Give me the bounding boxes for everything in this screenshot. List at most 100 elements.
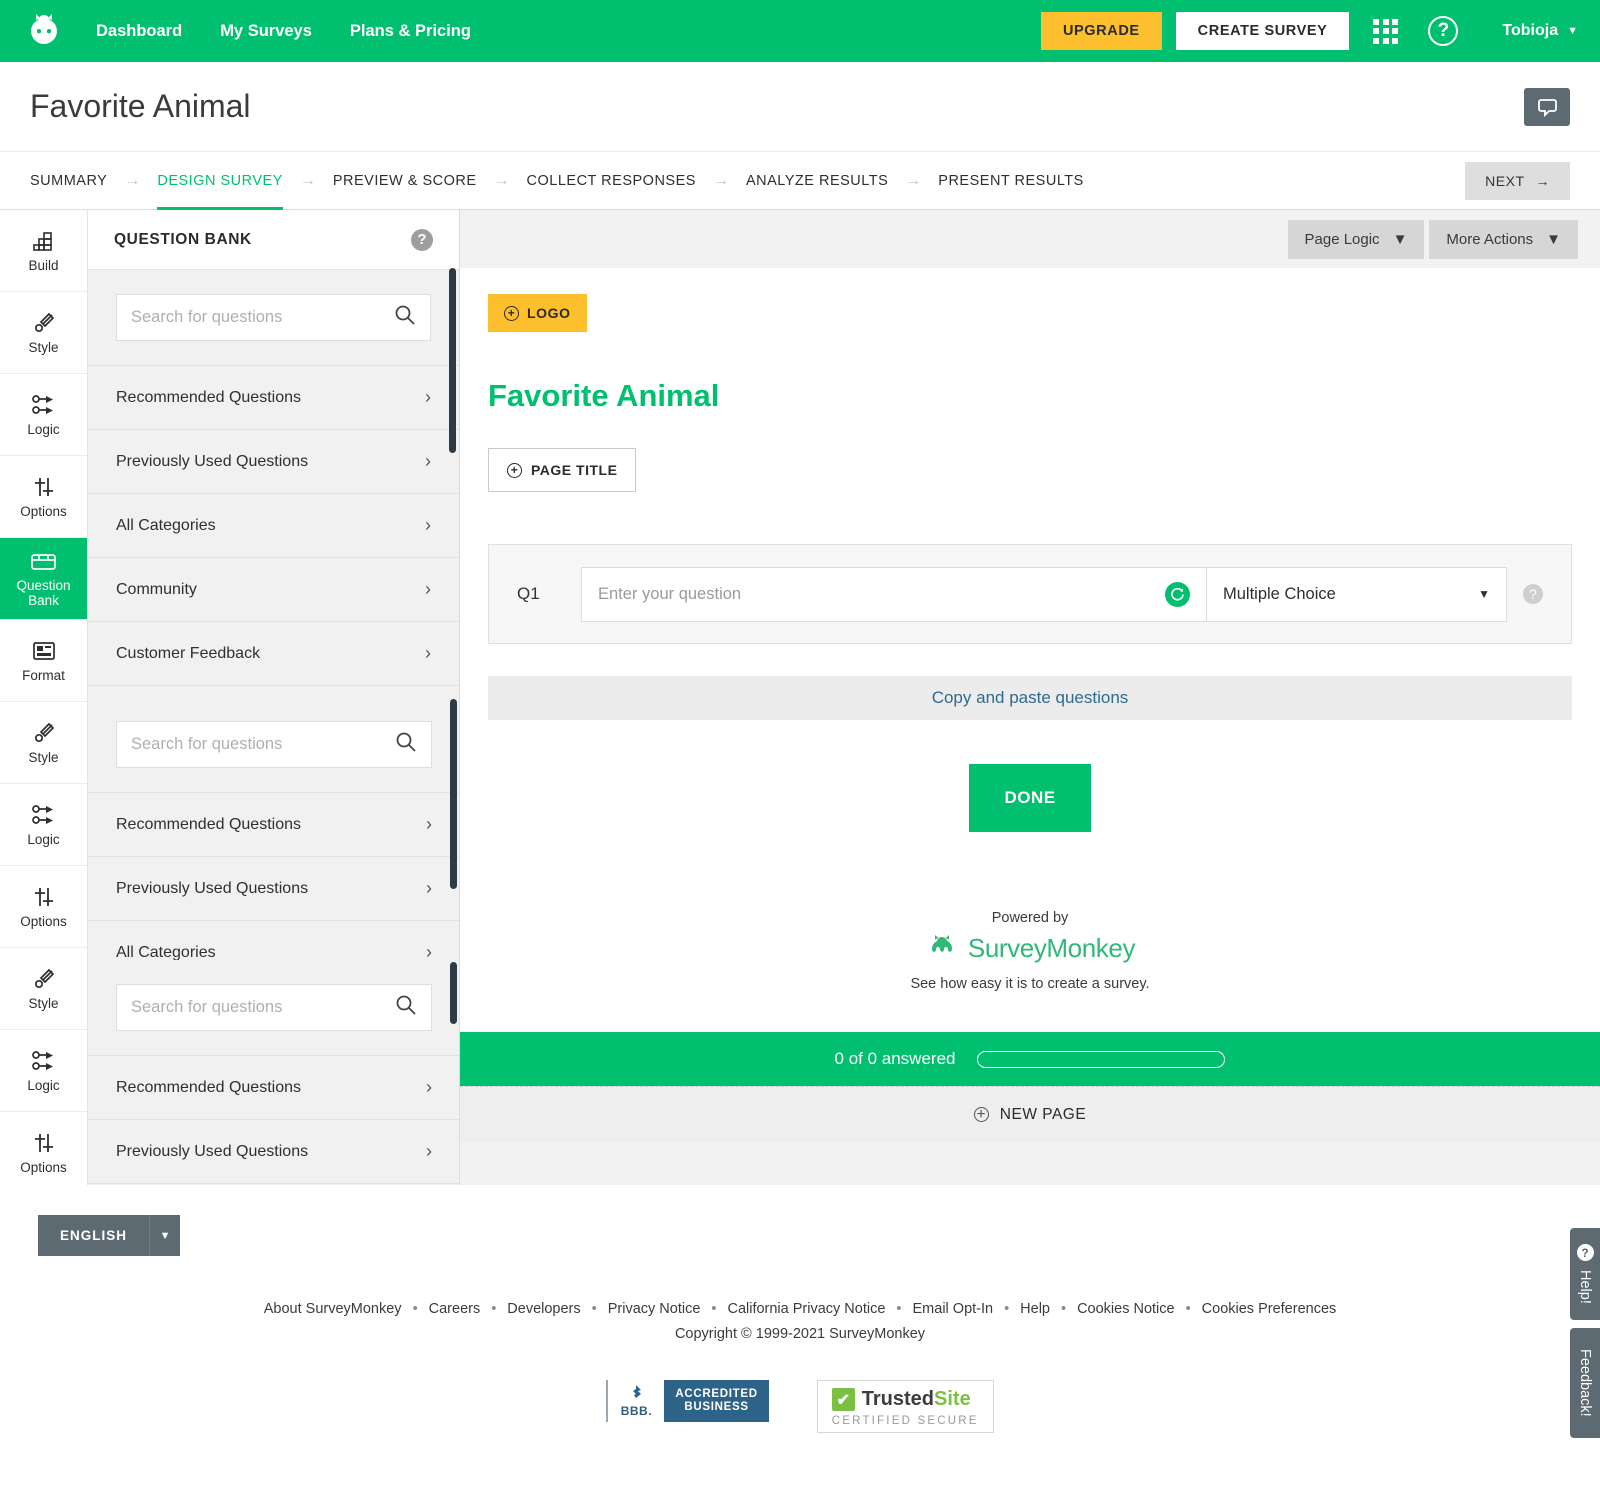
search-box[interactable]	[116, 984, 432, 1031]
qbank-row-label: Previously Used Questions	[116, 880, 308, 898]
footer-link-california-privacy-notice[interactable]: California Privacy Notice	[727, 1301, 885, 1317]
upgrade-button[interactable]: UPGRADE	[1041, 12, 1162, 50]
create-a-survey-link[interactable]: create a survey	[1047, 976, 1145, 992]
add-logo-button[interactable]: + LOGO	[488, 294, 587, 332]
feedback-side-tab[interactable]: Feedback!	[1570, 1328, 1600, 1438]
qbank-row-previously-used-questions[interactable]: Previously Used Questions ›	[88, 1120, 460, 1184]
panel-scrollbar-thumb[interactable]	[449, 268, 456, 453]
rail-item-options-2[interactable]: Options	[0, 866, 87, 948]
next-button[interactable]: NEXT →	[1465, 162, 1570, 200]
copy-paste-questions-bar[interactable]: Copy and paste questions	[488, 676, 1572, 720]
grid-apps-icon[interactable]	[1373, 19, 1398, 44]
search-input[interactable]	[131, 735, 395, 754]
comment-bubble-icon[interactable]	[1524, 88, 1570, 126]
rail-item-question-bank[interactable]: Question Bank	[0, 538, 87, 620]
footer-link-privacy-notice[interactable]: Privacy Notice	[608, 1301, 701, 1317]
qbank-row-label: All Categories	[116, 517, 216, 535]
create-survey-button[interactable]: CREATE SURVEY	[1176, 12, 1350, 50]
rail-item-style-3[interactable]: Style	[0, 948, 87, 1030]
panel-scrollbar-thumb[interactable]	[450, 962, 457, 1024]
qbank-row-previously-used-questions[interactable]: Previously Used Questions ›	[88, 857, 460, 921]
question-help-icon[interactable]: ?	[1523, 584, 1543, 604]
footer-link-developers[interactable]: Developers	[507, 1301, 580, 1317]
tab-collect-responses[interactable]: COLLECT RESPONSES	[527, 152, 696, 210]
rail-item-build[interactable]: Build	[0, 210, 87, 292]
question-bank-header: QUESTION BANK ?	[88, 210, 459, 270]
bbb-accredited-business-badge[interactable]: BBB. ACCREDITED BUSINESS	[606, 1380, 768, 1422]
chevron-down-icon[interactable]: ▼	[149, 1215, 180, 1256]
qbank-row-label: Recommended Questions	[116, 816, 301, 834]
question-type-dropdown[interactable]: Multiple Choice ▼	[1207, 567, 1507, 622]
tab-summary[interactable]: SUMMARY	[30, 152, 107, 210]
footer-link-cookies-preferences[interactable]: Cookies Preferences	[1202, 1301, 1337, 1317]
more-actions-button[interactable]: More Actions ▼	[1429, 220, 1578, 259]
search-input[interactable]	[131, 308, 394, 327]
trustedsite-badge[interactable]: ✔ TrustedSite CERTIFIED SECURE	[817, 1380, 994, 1433]
footer-separator-dot: •	[711, 1301, 716, 1317]
rail-item-logic[interactable]: Logic	[0, 374, 87, 456]
search-input[interactable]	[131, 998, 395, 1017]
bbb-line-2: BUSINESS	[684, 1401, 748, 1414]
footer-link-careers[interactable]: Careers	[429, 1301, 481, 1317]
qbank-row-all-categories[interactable]: All Categories ›	[88, 494, 459, 558]
rail-item-logic-2[interactable]: Logic	[0, 784, 87, 866]
plus-circle-icon: +	[507, 463, 522, 478]
qbank-row-community[interactable]: Community ›	[88, 558, 459, 622]
search-box[interactable]	[116, 294, 431, 341]
question-text-field[interactable]	[581, 567, 1207, 622]
question-type-selected: Multiple Choice	[1223, 585, 1336, 604]
user-account-menu[interactable]: Tobioja ▼	[1502, 22, 1578, 40]
rail-item-style-2[interactable]: Style	[0, 702, 87, 784]
magnifier-icon[interactable]	[395, 731, 417, 758]
tab-design-survey[interactable]: DESIGN SURVEY	[157, 152, 283, 210]
footer-link-cookies-notice[interactable]: Cookies Notice	[1077, 1301, 1175, 1317]
username-label: Tobioja	[1502, 22, 1558, 40]
page-logic-button[interactable]: Page Logic ▼	[1288, 220, 1425, 259]
done-button[interactable]: DONE	[969, 764, 1091, 832]
footer-link-email-opt-in[interactable]: Email Opt-In	[913, 1301, 994, 1317]
paintbrush-icon	[32, 966, 56, 992]
bbb-text: ACCREDITED BUSINESS	[664, 1380, 768, 1422]
rail-item-format[interactable]: Format	[0, 620, 87, 702]
survey-heading[interactable]: Favorite Animal	[488, 378, 1572, 414]
rail-item-style[interactable]: Style	[0, 292, 87, 374]
nav-link-dashboard[interactable]: Dashboard	[96, 22, 182, 41]
tab-analyze-results[interactable]: ANALYZE RESULTS	[746, 152, 888, 210]
nav-link-my-surveys[interactable]: My Surveys	[220, 22, 312, 41]
chevron-right-icon: ›	[425, 515, 431, 536]
tab-present-results[interactable]: PRESENT RESULTS	[938, 152, 1084, 210]
question-input[interactable]	[598, 585, 1165, 604]
language-selector[interactable]: ENGLISH ▼	[38, 1215, 1600, 1256]
qbank-row-recommended-questions[interactable]: Recommended Questions ›	[88, 1056, 460, 1120]
help-side-tab[interactable]: ? Help!	[1570, 1228, 1600, 1320]
tagline-suffix: .	[1146, 976, 1150, 992]
search-box[interactable]	[116, 721, 432, 768]
sliders-icon	[31, 1130, 57, 1156]
question-number: Q1	[517, 584, 581, 604]
question-mark-icon[interactable]: ?	[411, 229, 433, 251]
magnifier-icon[interactable]	[394, 304, 416, 331]
magnifier-icon[interactable]	[395, 994, 417, 1021]
add-page-title-button[interactable]: + PAGE TITLE	[488, 448, 636, 492]
qbank-row-recommended-questions[interactable]: Recommended Questions ›	[88, 366, 459, 430]
footer-link-help[interactable]: Help	[1020, 1301, 1050, 1317]
copyright-text: Copyright © 1999-2021 SurveyMonkey	[0, 1326, 1600, 1342]
rail-item-options-3[interactable]: Options	[0, 1112, 87, 1185]
language-button[interactable]: ENGLISH	[38, 1215, 149, 1256]
footer-link-about[interactable]: About SurveyMonkey	[264, 1301, 402, 1317]
qbank-row-previously-used-questions[interactable]: Previously Used Questions ›	[88, 430, 459, 494]
qbank-row-customer-feedback[interactable]: Customer Feedback ›	[88, 622, 459, 686]
tab-preview-score[interactable]: PREVIEW & SCORE	[333, 152, 477, 210]
refresh-icon[interactable]	[1165, 582, 1190, 607]
rail-item-options[interactable]: Options	[0, 456, 87, 538]
nav-link-plans-pricing[interactable]: Plans & Pricing	[350, 22, 471, 41]
new-page-button[interactable]: + NEW PAGE	[460, 1086, 1600, 1142]
rail-item-logic-3[interactable]: Logic	[0, 1030, 87, 1112]
question-bank-panel-overlay-3: Recommended Questions › Previously Used …	[88, 960, 460, 1184]
build-bars-icon	[32, 228, 56, 254]
surveymonkey-logo[interactable]	[22, 12, 66, 50]
panel-scrollbar-thumb[interactable]	[450, 699, 457, 889]
help-question-mark-icon[interactable]: ?	[1428, 16, 1458, 46]
qbank-row-recommended-questions[interactable]: Recommended Questions ›	[88, 793, 460, 857]
footer-links: About SurveyMonkey • Careers • Developer…	[0, 1301, 1600, 1317]
